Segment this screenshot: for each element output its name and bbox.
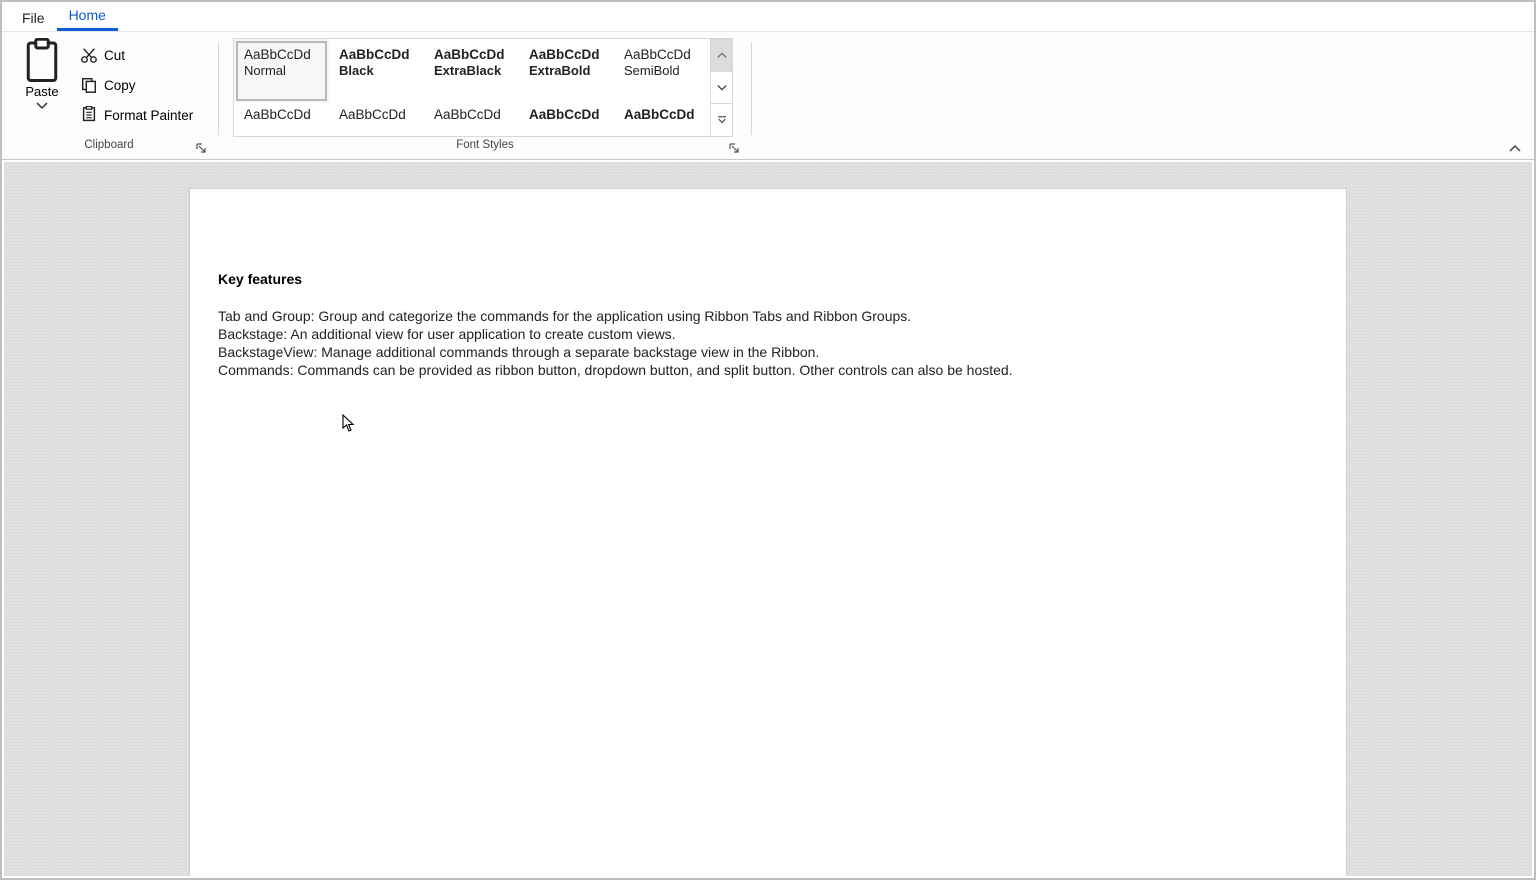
copy-label: Copy xyxy=(104,78,136,93)
style-sample: AaBbCcDd xyxy=(624,107,703,122)
doc-paragraph: Backstage: An additional view for user a… xyxy=(218,325,1318,343)
ribbon-collapse-button[interactable] xyxy=(1506,142,1524,154)
group-separator xyxy=(218,42,219,135)
group-font-styles: AaBbCcDdNormalAaBbCcDdBlackAaBbCcDdExtra… xyxy=(221,32,749,159)
cut-button[interactable]: Cut xyxy=(74,40,199,70)
document-page[interactable]: Key features Tab and Group: Group and ca… xyxy=(189,188,1347,876)
clipboard-paste-icon xyxy=(22,38,62,82)
styles-scroll-down[interactable] xyxy=(711,72,732,105)
style-item[interactable]: AaBbCcDdSemiBold xyxy=(614,39,709,103)
doc-heading: Key features xyxy=(218,271,1318,287)
style-sample: AaBbCcDd xyxy=(244,107,323,122)
copy-button[interactable]: Copy xyxy=(74,70,199,100)
style-name: ExtraBlack xyxy=(434,63,513,78)
group-separator xyxy=(751,42,752,135)
tab-home[interactable]: Home xyxy=(57,1,118,31)
ribbon-tabs: File Home xyxy=(2,2,1534,32)
style-item[interactable]: AaBbCcDd xyxy=(329,103,424,136)
format-painter-button[interactable]: Format Painter xyxy=(74,100,199,130)
style-sample: AaBbCcDd xyxy=(339,107,418,122)
style-item[interactable]: AaBbCcDd xyxy=(234,103,329,136)
app-window: File Home Paste xyxy=(0,0,1536,880)
doc-paragraph: Tab and Group: Group and categorize the … xyxy=(218,307,1318,325)
style-sample: AaBbCcDd xyxy=(529,47,608,62)
styles-gallery: AaBbCcDdNormalAaBbCcDdBlackAaBbCcDdExtra… xyxy=(233,38,733,137)
style-name: ExtraBold xyxy=(529,63,608,78)
style-name: SemiBold xyxy=(624,63,703,78)
group-font-styles-label: Font Styles xyxy=(456,139,514,151)
format-painter-label: Format Painter xyxy=(104,108,193,123)
document-workspace: Key features Tab and Group: Group and ca… xyxy=(4,162,1532,876)
style-item[interactable]: AaBbCcDdExtraBold xyxy=(519,39,614,103)
style-item[interactable]: AaBbCcDd xyxy=(519,103,614,136)
copy-icon xyxy=(80,76,98,94)
font-styles-dialog-launcher[interactable] xyxy=(727,143,741,157)
cut-label: Cut xyxy=(104,48,125,63)
style-name: Black xyxy=(339,63,418,78)
group-clipboard-label: Clipboard xyxy=(84,139,133,151)
tab-file[interactable]: File xyxy=(10,4,57,31)
doc-paragraph: BackstageView: Manage additional command… xyxy=(218,343,1318,361)
styles-expand[interactable] xyxy=(711,104,732,136)
clipboard-dialog-launcher[interactable] xyxy=(194,143,208,157)
style-sample: AaBbCcDd xyxy=(244,47,323,62)
group-clipboard: Paste Cut xyxy=(2,32,216,159)
style-item[interactable]: AaBbCcDdNormal xyxy=(234,39,329,103)
style-name: Normal xyxy=(244,63,323,78)
ribbon: Paste Cut xyxy=(2,32,1534,160)
chevron-down-icon xyxy=(36,97,48,115)
format-painter-icon xyxy=(80,106,98,124)
style-item[interactable]: AaBbCcDd xyxy=(614,103,709,136)
style-sample: AaBbCcDd xyxy=(434,47,513,62)
styles-scroll-up[interactable] xyxy=(711,39,732,72)
style-item[interactable]: AaBbCcDd xyxy=(424,103,519,136)
scissors-icon xyxy=(80,46,98,64)
style-sample: AaBbCcDd xyxy=(339,47,418,62)
style-sample: AaBbCcDd xyxy=(624,47,703,62)
style-item[interactable]: AaBbCcDdExtraBlack xyxy=(424,39,519,103)
styles-scroll-controls xyxy=(710,39,732,136)
doc-paragraph: Commands: Commands can be provided as ri… xyxy=(218,361,1318,379)
paste-button[interactable]: Paste xyxy=(10,36,74,139)
style-sample: AaBbCcDd xyxy=(529,107,608,122)
style-sample: AaBbCcDd xyxy=(434,107,513,122)
style-item[interactable]: AaBbCcDdBlack xyxy=(329,39,424,103)
